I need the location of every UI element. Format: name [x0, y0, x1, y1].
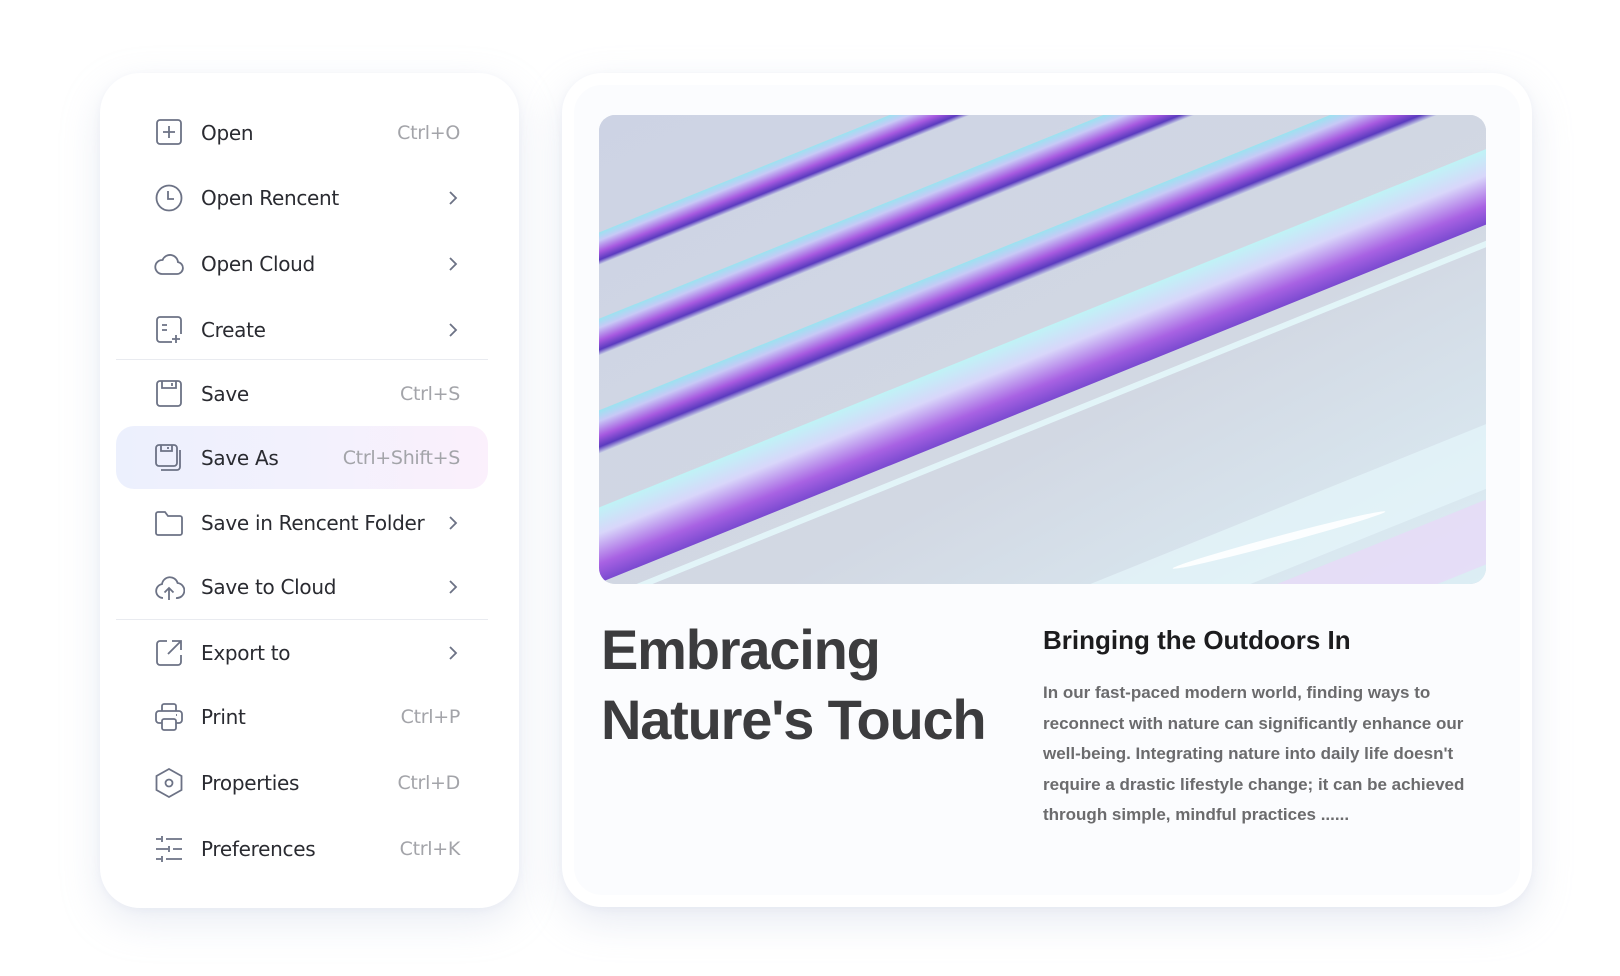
file-menu: Open Ctrl+O Open Rencent Open Cloud Crea…: [100, 73, 519, 908]
menu-item-save-in-recent-folder[interactable]: Save in Rencent Folder: [116, 491, 488, 554]
menu-item-open[interactable]: Open Ctrl+O: [116, 101, 488, 164]
menu-item-label: Export to: [201, 640, 291, 665]
menu-item-export-to[interactable]: Export to: [116, 621, 488, 684]
export-icon: [153, 637, 185, 669]
cloud-icon: [153, 248, 185, 280]
menu-item-print[interactable]: Print Ctrl+P: [116, 685, 488, 748]
printer-icon: [153, 701, 185, 733]
chevron-right-icon: [449, 256, 458, 271]
chevron-right-icon: [449, 190, 458, 205]
menu-separator: [116, 619, 488, 620]
menu-item-label: Open Rencent: [201, 185, 339, 210]
shortcut-label: Ctrl+P: [400, 705, 461, 728]
clock-icon: [153, 182, 185, 214]
save-as-icon: [153, 442, 185, 474]
article-subheading: Bringing the Outdoors In: [1043, 625, 1351, 655]
sliders-icon: [153, 833, 185, 865]
menu-item-save-to-cloud[interactable]: Save to Cloud: [116, 555, 488, 618]
create-document-icon: [153, 314, 185, 346]
menu-item-label: Create: [201, 317, 266, 342]
shortcut-label: Ctrl+K: [399, 837, 461, 860]
article-card: Embracing Nature's Touch Bringing the Ou…: [562, 73, 1532, 907]
menu-item-label: Save in Rencent Folder: [201, 510, 425, 535]
menu-item-label: Print: [201, 704, 246, 729]
menu-item-open-cloud[interactable]: Open Cloud: [116, 232, 488, 295]
floppy-disk-icon: [153, 378, 185, 410]
shortcut-label: Ctrl+O: [397, 121, 460, 144]
shortcut-label: Ctrl+Shift+S: [342, 446, 461, 469]
menu-item-label: Save to Cloud: [201, 574, 337, 599]
menu-item-label: Open Cloud: [201, 251, 315, 276]
article-title: Embracing Nature's Touch: [601, 615, 1001, 755]
menu-item-label: Open: [201, 120, 254, 145]
menu-item-create[interactable]: Create: [116, 298, 488, 361]
chevron-right-icon: [449, 645, 458, 660]
title-line: Embracing: [601, 618, 881, 681]
cloud-upload-icon: [153, 571, 185, 603]
folder-icon: [153, 507, 185, 539]
menu-item-properties[interactable]: Properties Ctrl+D: [116, 751, 488, 814]
menu-item-open-recent[interactable]: Open Rencent: [116, 166, 488, 229]
menu-item-label: Save As: [201, 445, 279, 470]
hero-image: [599, 115, 1486, 584]
chevron-right-icon: [449, 322, 458, 337]
shortcut-label: Ctrl+S: [400, 382, 460, 405]
chevron-right-icon: [449, 515, 458, 530]
menu-item-save[interactable]: Save Ctrl+S: [116, 362, 488, 425]
hexagon-settings-icon: [153, 767, 185, 799]
plus-square-icon: [153, 117, 185, 149]
menu-item-save-as[interactable]: Save As Ctrl+Shift+S: [116, 426, 488, 489]
shortcut-label: Ctrl+D: [397, 771, 460, 794]
menu-separator: [116, 359, 488, 360]
menu-item-label: Save: [201, 381, 249, 406]
menu-item-label: Properties: [201, 770, 300, 795]
menu-item-label: Preferences: [201, 836, 316, 861]
chevron-right-icon: [449, 579, 458, 594]
article-body: In our fast-paced modern world, finding …: [1043, 683, 1465, 824]
title-line: Nature's Touch: [601, 688, 987, 751]
menu-item-preferences[interactable]: Preferences Ctrl+K: [116, 817, 488, 880]
